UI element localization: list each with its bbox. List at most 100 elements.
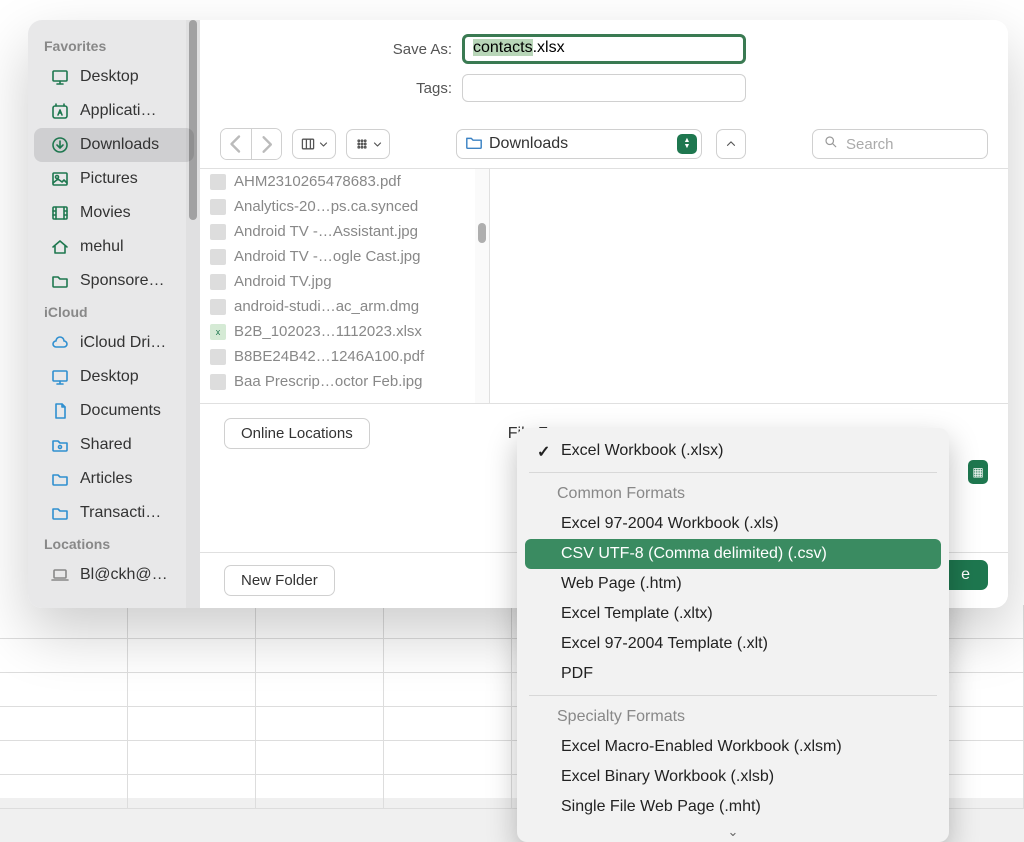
file-item[interactable]: android-studi…ac_arm.dmg bbox=[200, 294, 489, 319]
sidebar-item-label: Transacti… bbox=[80, 504, 161, 522]
format-option[interactable]: PDF bbox=[525, 659, 941, 689]
search-input[interactable] bbox=[846, 136, 977, 153]
shared-folder-icon bbox=[50, 435, 70, 455]
document-icon bbox=[50, 401, 70, 421]
sidebar-item-desktop[interactable]: Desktop bbox=[34, 360, 194, 394]
file-item[interactable]: Baa Prescrip…octor Feb.ipg bbox=[200, 369, 489, 394]
file-item[interactable]: AHM2310265478683.pdf bbox=[200, 169, 489, 194]
sidebar-item-label: Pictures bbox=[80, 170, 138, 188]
tags-input[interactable] bbox=[462, 74, 746, 102]
format-option[interactable]: Excel 97-2004 Workbook (.xls) bbox=[525, 509, 941, 539]
format-option-current[interactable]: Excel Workbook (.xlsx) bbox=[525, 436, 941, 466]
desktop-icon bbox=[50, 67, 70, 87]
sidebar-item-label: Applicati… bbox=[80, 102, 156, 120]
file-name: Analytics-20…ps.ca.synced bbox=[234, 198, 418, 215]
file-column-scrollbar[interactable] bbox=[475, 169, 489, 403]
online-locations-button[interactable]: Online Locations bbox=[224, 418, 370, 449]
sidebar-item-mehul[interactable]: mehul bbox=[34, 230, 194, 264]
chevron-down-icon[interactable]: ⌄ bbox=[728, 824, 739, 840]
file-item[interactable]: Android TV -…ogle Cast.jpg bbox=[200, 244, 489, 269]
sidebar-scrollbar-thumb[interactable] bbox=[189, 20, 197, 220]
nav-forward-button[interactable] bbox=[251, 129, 281, 159]
xlsx-file-icon: x bbox=[210, 324, 226, 340]
sidebar-item-shared[interactable]: Shared bbox=[34, 428, 194, 462]
pdf-file-icon bbox=[210, 349, 226, 365]
sidebar-item-articles[interactable]: Articles bbox=[34, 462, 194, 496]
sidebar-item-label: Sponsore… bbox=[80, 272, 165, 290]
save-as-input[interactable]: contacts.xlsx bbox=[462, 34, 746, 64]
sidebar-item-label: Documents bbox=[80, 402, 161, 420]
sidebar-item-sponsore[interactable]: Sponsore… bbox=[34, 264, 194, 298]
format-option[interactable]: Web Page (.htm) bbox=[525, 569, 941, 599]
file-item[interactable]: Analytics-20…ps.ca.synced bbox=[200, 194, 489, 219]
view-columns-button[interactable] bbox=[292, 129, 336, 159]
nav-back-button[interactable] bbox=[221, 129, 251, 159]
file-name: AHM2310265478683.pdf bbox=[234, 173, 401, 190]
format-option[interactable]: Excel 97-2004 Template (.xlt) bbox=[525, 629, 941, 659]
file-name: android-studi…ac_arm.dmg bbox=[234, 298, 419, 315]
sidebar-item-label: iCloud Dri… bbox=[80, 334, 166, 352]
menu-separator bbox=[529, 472, 937, 473]
sidebar-item-transacti[interactable]: Transacti… bbox=[34, 496, 194, 530]
save-button[interactable]: e bbox=[943, 560, 988, 590]
format-option[interactable]: Excel Binary Workbook (.xlsb) bbox=[525, 762, 941, 792]
sidebar-item-label: Desktop bbox=[80, 368, 139, 386]
file-item[interactable]: xB2B_102023…1112023.xlsx bbox=[200, 319, 489, 344]
group-by-button[interactable] bbox=[346, 129, 390, 159]
sidebar-item-label: mehul bbox=[80, 238, 124, 256]
sidebar-section-title: Locations bbox=[28, 530, 200, 558]
tags-label: Tags: bbox=[212, 80, 452, 97]
folder-icon bbox=[50, 503, 70, 523]
generic-file-icon bbox=[210, 199, 226, 215]
sidebar-scrollbar[interactable] bbox=[186, 20, 200, 608]
file-name: Android TV -…Assistant.jpg bbox=[234, 223, 418, 240]
sidebar-item-movies[interactable]: Movies bbox=[34, 196, 194, 230]
sidebar-item-applicati[interactable]: Applicati… bbox=[34, 94, 194, 128]
img-file-icon bbox=[210, 274, 226, 290]
sidebar-item-iclouddri[interactable]: iCloud Dri… bbox=[34, 326, 194, 360]
sidebar-item-pictures[interactable]: Pictures bbox=[34, 162, 194, 196]
new-folder-button[interactable]: New Folder bbox=[224, 565, 335, 596]
sidebar-item-label: Downloads bbox=[80, 136, 159, 154]
file-name: B8BE24B42…1246A100.pdf bbox=[234, 348, 424, 365]
save-as-label: Save As: bbox=[212, 41, 452, 58]
file-format-dropdown[interactable]: Excel Workbook (.xlsx) Common FormatsExc… bbox=[517, 428, 949, 842]
format-option[interactable]: CSV UTF-8 (Comma delimited) (.csv) bbox=[525, 539, 941, 569]
img-file-icon bbox=[210, 374, 226, 390]
file-column[interactable]: AHM2310265478683.pdf Analytics-20…ps.ca.s… bbox=[200, 169, 490, 403]
format-option[interactable]: Single File Web Page (.mht) bbox=[525, 792, 941, 822]
file-browser: AHM2310265478683.pdf Analytics-20…ps.ca.s… bbox=[200, 168, 1008, 404]
search-box[interactable] bbox=[812, 129, 988, 159]
img-file-icon bbox=[210, 224, 226, 240]
collapse-button[interactable] bbox=[716, 129, 746, 159]
sidebar-item-blckh[interactable]: Bl@ckh@… bbox=[34, 558, 194, 592]
sidebar-item-desktop[interactable]: Desktop bbox=[34, 60, 194, 94]
toolbar: Downloads ▲▼ bbox=[200, 120, 1008, 168]
file-item[interactable]: B8BE24B42…1246A100.pdf bbox=[200, 344, 489, 369]
format-option[interactable]: Excel Template (.xltx) bbox=[525, 599, 941, 629]
sidebar-item-label: Articles bbox=[80, 470, 132, 488]
file-name: Android TV.jpg bbox=[234, 273, 332, 290]
file-name: Android TV -…ogle Cast.jpg bbox=[234, 248, 420, 265]
laptop-icon bbox=[50, 565, 70, 585]
search-icon bbox=[823, 134, 838, 154]
file-format-badge-icon: ▦ bbox=[968, 460, 988, 484]
sidebar-item-label: Bl@ckh@… bbox=[80, 566, 168, 584]
folder-icon bbox=[50, 271, 70, 291]
path-stepper-icon[interactable]: ▲▼ bbox=[677, 134, 697, 154]
path-dropdown[interactable]: Downloads ▲▼ bbox=[456, 129, 702, 159]
format-option[interactable]: Excel Macro-Enabled Workbook (.xlsm) bbox=[525, 732, 941, 762]
sidebar-item-documents[interactable]: Documents bbox=[34, 394, 194, 428]
cloud-icon bbox=[50, 333, 70, 353]
file-item[interactable]: Android TV -…Assistant.jpg bbox=[200, 219, 489, 244]
file-name: Baa Prescrip…octor Feb.ipg bbox=[234, 373, 422, 390]
desktop-icon bbox=[50, 367, 70, 387]
format-group-title: Specialty Formats bbox=[521, 702, 945, 732]
file-column-scrollbar-thumb[interactable] bbox=[478, 223, 486, 243]
sidebar-item-label: Movies bbox=[80, 204, 131, 222]
pdf-file-icon bbox=[210, 174, 226, 190]
file-item[interactable]: Android TV.jpg bbox=[200, 269, 489, 294]
picture-icon bbox=[50, 169, 70, 189]
dmg-file-icon bbox=[210, 299, 226, 315]
sidebar-item-downloads[interactable]: Downloads bbox=[34, 128, 194, 162]
